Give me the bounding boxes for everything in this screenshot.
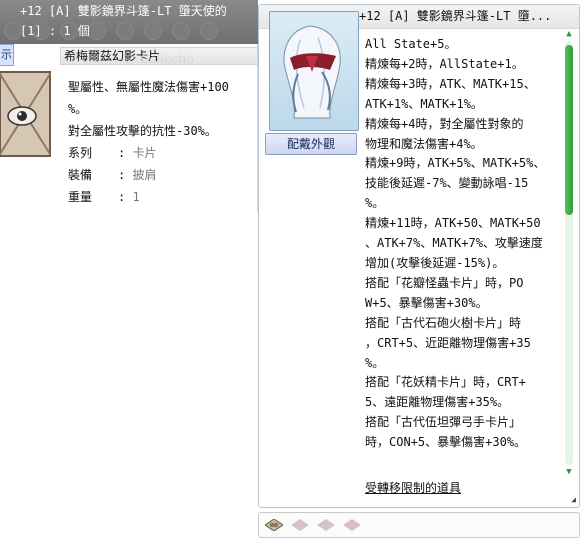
description-line: 搭配「古代石砲火樹卡片」時 [365,315,522,330]
item-description-window: +12 [A] 雙影鏡界斗篷-LT 墮... 配戴外觀 All State+5。… [258,4,580,508]
card-desc-line: %。 [68,102,88,116]
item-window-title: +12 [A] 雙影鏡界斗篷-LT 墮... [359,9,552,23]
description-scrollbar[interactable]: ▲ ▼ [563,29,575,477]
empty-slot-icon[interactable] [343,519,361,531]
transfer-restriction-link[interactable]: 受轉移限制的道具 [365,479,461,496]
description-line: 精煉每+2時，AllState+1。 [365,56,524,71]
card-slot-bar [258,512,580,538]
card-equip-row: 裝備 : 披肩 [68,164,258,186]
equip-appearance-button[interactable]: 配戴外觀 [265,133,357,155]
description-line: ，CRT+5、近距離物理傷害+35 [365,335,531,350]
description-line: W+5、暴擊傷害+30%。 [365,295,488,310]
description-line: 物理和魔法傷害+4%。 [365,136,483,151]
description-line: 時，CON+5、暴擊傷害+30%。 [365,435,527,450]
description-line: ATK+1%、MATK+1%。 [365,96,483,111]
item-description-text: All State+5。精煉每+2時，AllState+1。 精煉每+3時，ATK… [365,35,563,453]
resize-handle-icon[interactable]: ◢ [571,495,576,504]
card-desc-line: 聖屬性、無屬性魔法傷害+100 [68,80,229,94]
header-item-count: [1] : 1 個 [20,24,90,38]
scroll-up-icon[interactable]: ▲ [563,29,575,39]
description-line: 精煉+9時，ATK+5%、MATK+5%、 [365,156,546,171]
card-desc-line: 對全屬性攻擊的抗性-30%。 [68,124,217,138]
card-image-icon [0,68,52,160]
description-line: 搭配「花瓣怪蟲卡片」時，PO [365,275,524,290]
description-line: All State+5。 [365,37,457,51]
scroll-down-icon[interactable]: ▼ [563,467,575,477]
collection-watermark: Collectio [140,52,194,66]
description-line: 、ATK+7%、MATK+7%、攻擊速度 [365,236,543,251]
equip-label: 裝備 [68,168,93,182]
card-weight-row: 重量 : 1 [68,186,258,208]
card-tab[interactable]: 示 [0,44,14,66]
description-line: %。 [365,196,385,211]
card-slot-icon[interactable] [264,518,284,532]
description-line: 技能後延遲-7%、變動詠唱-15 [365,176,529,191]
card-window-header: +12 [A] 雙影鏡界斗篷-LT 墮天使的 [1] : 1 個 [0,0,258,44]
description-line: %。 [365,355,385,370]
description-line: 5、遠距離物理傷害+35%。 [365,395,510,410]
weight-label: 重量 [68,190,93,204]
description-line: 搭配「花妖精卡片」時，CRT+ [365,375,526,390]
header-item-name: +12 [A] 雙影鏡界斗篷-LT 墮天使的 [20,4,227,18]
description-line: 精煉+11時，ATK+50、MATK+50 [365,216,541,231]
type-value: 卡片 [132,146,157,160]
card-description: 聖屬性、無屬性魔法傷害+100 %。 對全屬性攻擊的抗性-30%。 系列 : 卡… [68,76,258,208]
type-label: 系列 [68,146,93,160]
equip-value: 披肩 [132,168,157,182]
item-illustration [269,11,359,131]
description-line: 精煉每+4時，對全屬性對象的 [365,116,524,131]
description-line: 搭配「古代伍坦彈弓手卡片」 [365,415,522,430]
empty-slot-icon[interactable] [317,519,335,531]
card-window-body: 示 希梅爾茲幻影卡片 Collectio 聖屬性、無屬性魔法傷害+100 %。 … [0,44,258,212]
description-line: 增加(攻擊後延遲-15%)。 [365,255,505,270]
card-type-row: 系列 : 卡片 [68,142,258,164]
weight-value: 1 [132,190,140,204]
empty-slot-icon[interactable] [291,519,309,531]
scroll-thumb[interactable] [565,45,573,215]
card-info-window: +12 [A] 雙影鏡界斗篷-LT 墮天使的 [1] : 1 個 示 希梅爾茲幻… [0,0,258,212]
description-line: 精煉每+3時，ATK、MATK+15、 [365,76,536,91]
